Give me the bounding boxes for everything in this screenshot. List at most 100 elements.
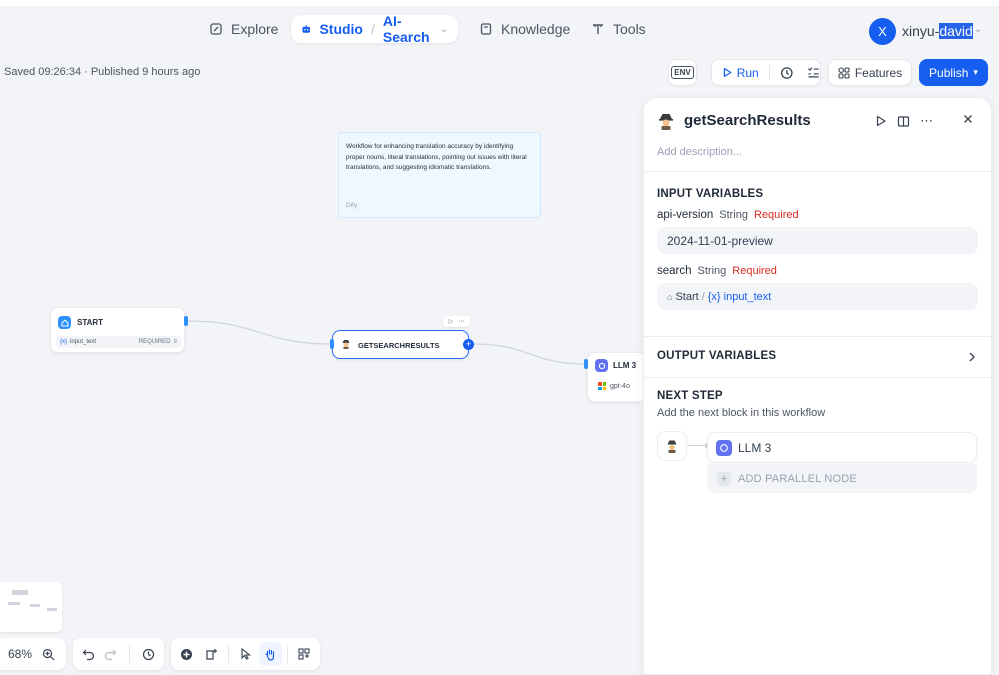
add-parallel-node-button[interactable]: + ADD PARALLEL NODE — [707, 464, 977, 493]
redo-icon[interactable] — [104, 648, 117, 661]
node-run-icon[interactable]: ▷ — [449, 318, 454, 325]
features-label: Features — [854, 65, 903, 80]
publish-button[interactable]: Publish ▾ — [919, 59, 988, 86]
features-button[interactable]: Features — [828, 59, 912, 86]
input-var-row: api-version String Required — [657, 209, 799, 221]
input-var-row: search String Required — [657, 265, 777, 277]
node-mini-actions: ▷ ⋯ — [443, 316, 470, 327]
run-divider — [768, 64, 770, 81]
start-output-handle[interactable] — [184, 316, 188, 326]
pointer-icon — [240, 648, 251, 660]
canvas-toolbar — [171, 638, 320, 670]
organize-button[interactable] — [293, 642, 316, 666]
add-node-button[interactable] — [175, 642, 198, 666]
home-icon — [58, 316, 71, 329]
text-format-icon: ≡ — [173, 339, 177, 345]
run-group: Run — [711, 59, 821, 86]
node-more-icon[interactable]: ⋯ — [458, 318, 464, 325]
start-variable-name: input_text — [70, 339, 97, 345]
input-var-type: String — [697, 265, 727, 277]
start-variable: {x} input_text REQUIRED ≡ — [56, 336, 181, 348]
features-grid-icon — [838, 66, 850, 79]
detective-icon — [657, 112, 675, 130]
detective-icon — [667, 440, 677, 453]
llm-model: gpt-4o — [598, 382, 630, 390]
zoom-level[interactable]: 68% — [8, 647, 32, 661]
panel-divider — [644, 377, 991, 378]
description-input[interactable]: Add description... — [657, 146, 742, 158]
zoom-in-icon[interactable] — [42, 648, 55, 661]
env-icon: ENV — [671, 66, 694, 79]
input-var-name: api-version — [657, 209, 714, 221]
next-node-card[interactable]: LLM 3 — [707, 432, 977, 463]
more-options-icon[interactable]: ⋯ — [920, 113, 933, 129]
search-input-handle[interactable] — [330, 339, 334, 349]
detective-icon — [341, 339, 351, 351]
publish-label: Publish — [929, 65, 969, 80]
search-variable-reference[interactable]: ⌂ Start / {x} input_text — [657, 283, 978, 310]
llm-node-title: LLM 3 — [613, 361, 637, 370]
env-button[interactable]: ENV — [668, 59, 697, 86]
panel-actions: ⋯ — [875, 113, 933, 129]
variable-icon: {x} — [60, 339, 68, 345]
organize-grid-icon — [298, 648, 311, 660]
llm-node-header: LLM 3 — [595, 359, 636, 372]
hand-tool[interactable] — [259, 642, 283, 666]
history-divider — [129, 645, 131, 663]
microsoft-logo-icon — [598, 382, 606, 390]
pointer-tool[interactable] — [234, 642, 257, 666]
add-circle-icon — [181, 648, 193, 660]
chevron-right-icon[interactable] — [968, 352, 976, 362]
panel-divider — [644, 336, 991, 337]
hand-icon — [265, 648, 275, 661]
input-var-name: search — [657, 265, 692, 277]
note-author: Dify — [346, 202, 358, 209]
start-node[interactable]: START {x} input_text REQUIRED ≡ — [50, 307, 185, 353]
play-icon — [723, 67, 732, 78]
close-icon[interactable] — [962, 113, 974, 125]
note-icon — [206, 648, 218, 660]
panel-divider — [644, 171, 991, 172]
ref-separator: / — [701, 290, 705, 303]
save-status: Saved 09:26:34 · Published 9 hours ago — [4, 66, 201, 78]
undo-icon[interactable] — [82, 648, 95, 661]
getsearchresults-node-title: GETSEARCHRESULTS — [358, 340, 440, 350]
next-step-connector — [687, 445, 707, 446]
minimap[interactable] — [0, 582, 62, 632]
next-step-title: NEXT STEP — [657, 390, 723, 402]
history-clock-icon[interactable] — [780, 66, 794, 80]
panel-title[interactable]: getSearchResults — [684, 112, 811, 129]
getsearchresults-node[interactable]: GETSEARCHRESULTS — [332, 330, 469, 359]
add-parallel-label: ADD PARALLEL NODE — [738, 472, 857, 485]
input-var-required: Required — [732, 265, 777, 277]
add-next-node-icon[interactable]: + — [463, 339, 474, 350]
output-variables-title[interactable]: OUTPUT VARIABLES — [657, 350, 776, 362]
next-node-name: LLM 3 — [738, 440, 772, 455]
add-note-button[interactable] — [200, 642, 223, 666]
llm-node[interactable]: LLM 3 gpt-4o — [587, 352, 647, 402]
run-button[interactable]: Run — [737, 66, 759, 80]
api-version-input[interactable]: 2024-11-01-preview — [657, 227, 978, 254]
publish-chevron-icon: ▾ — [973, 67, 978, 77]
zoom-control: 68% — [0, 638, 66, 670]
edge-start-to-search — [186, 320, 333, 345]
llm-input-handle[interactable] — [584, 359, 588, 369]
node-config-panel: getSearchResults ⋯ Add description... IN… — [643, 97, 992, 675]
version-history-icon[interactable] — [142, 648, 155, 661]
start-node-title: START — [77, 318, 104, 327]
next-step-subtitle: Add the next block in this workflow — [657, 407, 826, 419]
ref-variable-name: {x} input_text — [707, 290, 772, 303]
checklist-icon[interactable] — [807, 66, 820, 79]
help-book-icon[interactable] — [897, 115, 910, 128]
note-text: Workflow for enhancing translation accur… — [346, 143, 527, 171]
llm-model-name: gpt-4o — [610, 382, 630, 390]
input-var-type: String — [719, 209, 748, 221]
input-variables-title: INPUT VARIABLES — [657, 188, 764, 200]
plus-icon: + — [717, 471, 731, 486]
workflow-note[interactable]: Workflow for enhancing translation accur… — [338, 132, 541, 218]
llm-icon — [595, 359, 608, 372]
current-node-icon — [657, 431, 687, 461]
run-node-icon[interactable] — [875, 115, 887, 127]
start-variable-required: REQUIRED — [138, 339, 171, 345]
history-toolbar — [73, 638, 164, 670]
